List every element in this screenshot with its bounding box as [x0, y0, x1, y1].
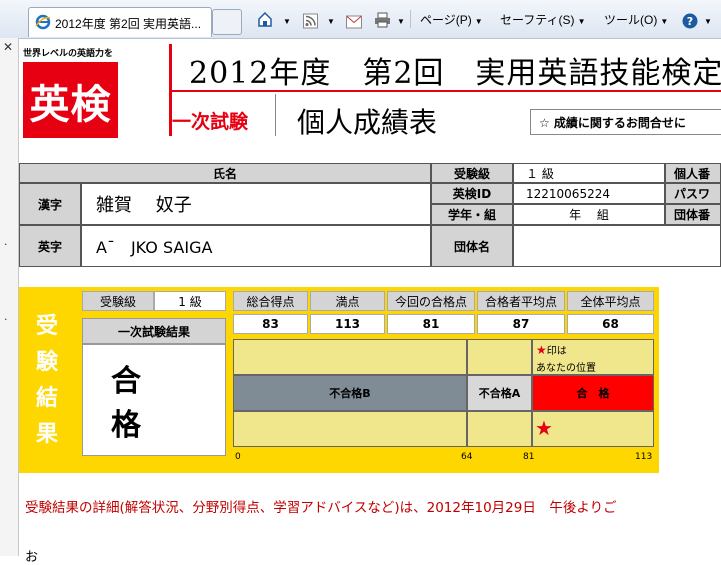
results-grade-value: 1 級 — [154, 291, 226, 311]
eiken-id-label: 英検ID — [431, 183, 513, 204]
help-dropdown-icon[interactable]: ▼ — [701, 10, 712, 30]
kanji-name: 雑賀 奴子 — [81, 183, 431, 225]
home-dropdown-icon[interactable]: ▼ — [280, 10, 291, 30]
passer-average-header: 合格者平均点 — [477, 291, 565, 311]
results-grade-label: 受験級 — [82, 291, 154, 311]
results-panel: 受 験 結 果 受験級 1 級 総合得点 満点 今回の合格点 合格者平均点 全体… — [19, 287, 659, 473]
grade-label: 受験級 — [431, 163, 513, 183]
roman-name: A¯ JKO SAIGA — [81, 225, 431, 267]
inquiry-text: ☆ 成績に関するお問合せに — [539, 116, 686, 130]
passer-average-value: 87 — [477, 314, 565, 334]
pass-mark-value: 81 — [387, 314, 475, 334]
tools-menu[interactable]: ツール(O) ▼ — [604, 10, 668, 30]
page-content: 世界レベルの英語力を 英検 2012年度 第2回 実用英語技能検定 一次試験 個… — [19, 38, 721, 565]
print-icon[interactable] — [374, 10, 391, 30]
inquiry-link[interactable]: ☆ 成績に関するお問合せに — [530, 109, 721, 135]
header-divider — [275, 94, 276, 136]
first-result-value: 合格 — [82, 344, 226, 456]
name-header: 氏名 — [19, 163, 431, 183]
fail-b-band: 不合格B — [233, 375, 467, 411]
year-class-label: 学年・組 — [431, 204, 513, 225]
personal-number-label: 個人番 — [665, 163, 721, 183]
logo-tagline: 世界レベルの英語力を — [23, 48, 114, 58]
marker-note: 印は — [546, 346, 567, 357]
year-class-value: 年 組 — [513, 204, 665, 225]
marker-legend: ★印は あなたの位置 — [532, 339, 654, 375]
pane-marker: · — [4, 238, 8, 251]
pass-mark-header: 今回の合格点 — [387, 291, 475, 311]
star-icon: ★ — [536, 343, 547, 357]
eiken-id-value: 12210065224 — [513, 183, 665, 204]
page-title: 2012年度 第2回 実用英語技能検定 — [189, 56, 721, 91]
total-score-value: 83 — [233, 314, 308, 334]
group-name-value — [513, 225, 721, 267]
scale-tick: 81 — [523, 452, 535, 462]
fail-a-band: 不合格A — [467, 375, 532, 411]
side-char: 受 — [35, 314, 58, 339]
pane-marker: · — [4, 313, 8, 326]
report-title: 個人成績表 — [297, 106, 438, 139]
left-pane: ✕ · · — [0, 38, 19, 556]
kanji-label: 漢字 — [19, 183, 81, 225]
first-result-header: 一次試験結果 — [82, 318, 226, 344]
eiken-logo: 英検 — [23, 62, 118, 138]
browser-toolbar: 2012年度 第2回 実用英語... ▼ ▼ ▼ ページ(P) ▼ セーフティ(S… — [0, 0, 721, 39]
grid-cell: ★ — [532, 411, 654, 447]
marker-note: あなたの位置 — [536, 363, 596, 374]
page-menu-label: ページ(P) — [420, 13, 472, 27]
page-menu[interactable]: ページ(P) ▼ — [420, 10, 483, 30]
roman-label: 英字 — [19, 225, 81, 267]
pass-band: 合 格 — [532, 375, 654, 411]
close-icon[interactable]: ✕ — [3, 40, 13, 54]
ie-icon — [35, 14, 51, 30]
help-icon[interactable]: ? — [682, 11, 698, 31]
grid-cell — [467, 339, 532, 375]
scale-tick: 0 — [235, 452, 241, 462]
side-char: 結 — [35, 386, 58, 411]
feed-icon[interactable] — [303, 11, 318, 31]
grid-cell — [233, 339, 467, 375]
score-position-chart: ★印は あなたの位置 不合格B 不合格A 合 格 ★ — [233, 339, 654, 447]
info-table: 氏名 漢字 雑賀 奴子 英字 A¯ JKO SAIGA 受験級 １ 級 英検ID… — [19, 163, 721, 267]
detail-notice: 受験結果の詳細(解答状況、分野別得点、学習アドバイスなど)は、2012年10月2… — [25, 500, 617, 516]
new-tab-button[interactable] — [212, 9, 242, 35]
score-position-star-icon: ★ — [535, 416, 553, 440]
svg-text:?: ? — [687, 15, 693, 28]
score-scale: 0 64 81 113 — [233, 452, 654, 466]
grade-value: １ 級 — [513, 163, 665, 183]
grid-cell — [233, 411, 467, 447]
side-char: 験 — [35, 350, 58, 375]
group-name-label: 団体名 — [431, 225, 513, 267]
overall-average-value: 68 — [567, 314, 654, 334]
scale-tick: 113 — [635, 452, 653, 462]
tools-menu-label: ツール(O) — [604, 13, 658, 27]
results-side-label: 受 験 結 果 — [31, 309, 63, 453]
exam-stage-label: 一次試験 — [172, 111, 249, 133]
mail-icon[interactable] — [346, 12, 362, 32]
grid-cell — [467, 411, 532, 447]
logo-text: 英検 — [29, 82, 112, 128]
safety-menu[interactable]: セーフティ(S) ▼ — [500, 10, 585, 30]
total-score-header: 総合得点 — [233, 291, 308, 311]
overall-average-header: 全体平均点 — [567, 291, 654, 311]
max-score-value: 113 — [310, 314, 385, 334]
home-icon[interactable] — [257, 9, 273, 29]
feed-dropdown-icon[interactable]: ▼ — [324, 10, 335, 30]
side-char: 果 — [35, 422, 58, 447]
browser-tab[interactable]: 2012年度 第2回 実用英語... — [28, 7, 212, 37]
safety-menu-label: セーフティ(S) — [500, 13, 575, 27]
password-label: パスワ — [665, 183, 721, 204]
max-score-header: 満点 — [310, 291, 385, 311]
tab-title: 2012年度 第2回 実用英語... — [55, 17, 202, 31]
group-number-label: 団体番 — [665, 204, 721, 225]
print-dropdown-icon[interactable]: ▼ — [394, 10, 405, 30]
scale-tick: 64 — [461, 452, 473, 462]
